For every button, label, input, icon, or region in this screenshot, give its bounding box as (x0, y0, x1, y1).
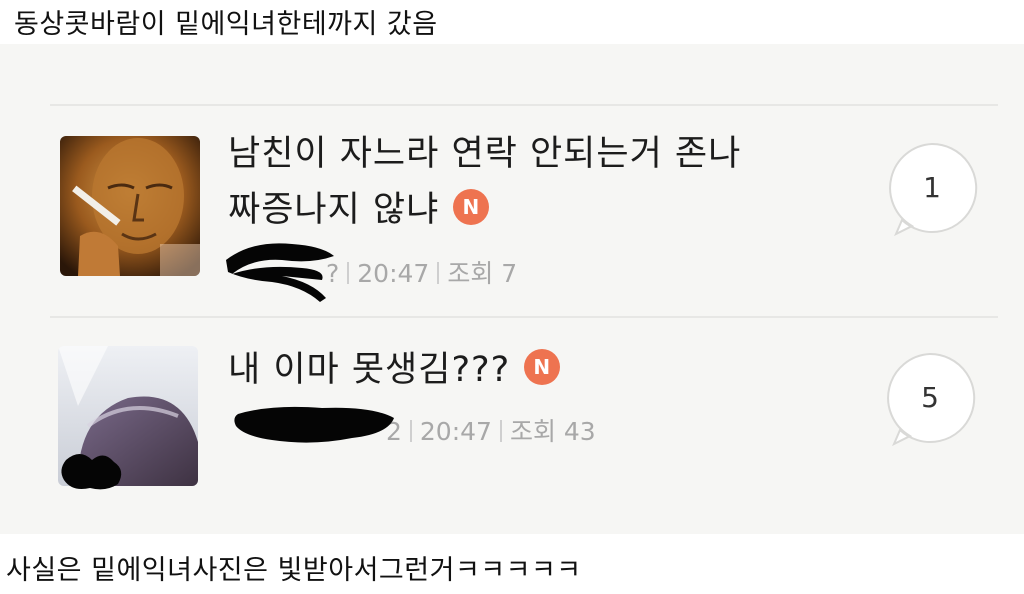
redaction-scribble (234, 406, 394, 443)
top-caption: 동상콧바람이 밑에익녀한테까지 갔음 (14, 9, 438, 40)
post-item[interactable]: 남친이 자느라 연락 안되는거 존나 짜증나지 않냐 N ? 20:47 조회 7 1 (0, 104, 1024, 304)
meta-separator (347, 262, 350, 284)
bottom-caption: 사실은 밑에익녀사진은 빛받아서그런거ㅋㅋㅋㅋㅋ (6, 555, 582, 586)
post-time: 20:47 (419, 417, 492, 446)
meta-separator (437, 262, 440, 284)
meta-separator (499, 420, 502, 442)
post-title[interactable]: 내 이마 못생김??? N (228, 342, 561, 398)
post-title-line: 짜증나지 않냐 N (228, 182, 741, 238)
post-title[interactable]: 남친이 자느라 연락 안되는거 존나 짜증나지 않냐 N (228, 126, 741, 238)
comment-count-bubble[interactable]: 5 (884, 352, 976, 447)
post-title-line: 남친이 자느라 연락 안되는거 존나 (228, 134, 742, 174)
post-title-text: 내 이마 못생김??? (228, 350, 511, 390)
view-count: 조회 43 (509, 417, 596, 446)
redaction-scribble (226, 243, 334, 302)
comment-count-bubble[interactable]: 1 (886, 142, 978, 237)
comment-count: 1 (923, 171, 941, 204)
post-title-line: 내 이마 못생김??? N (228, 342, 561, 398)
post-item[interactable]: 내 이마 못생김??? N 2 20:47 조회 43 5 (0, 316, 1024, 516)
post-time: 20:47 (357, 259, 430, 288)
new-badge: N (524, 349, 561, 385)
buddha-smoking-image (60, 136, 200, 276)
meta-separator (409, 420, 412, 442)
new-badge: N (453, 189, 490, 225)
comment-count: 5 (921, 381, 939, 414)
redaction-scribble (61, 454, 122, 490)
post-title-text: 짜증나지 않냐 (228, 190, 440, 230)
view-count: 조회 7 (447, 259, 518, 288)
post-thumbnail[interactable] (60, 136, 200, 276)
